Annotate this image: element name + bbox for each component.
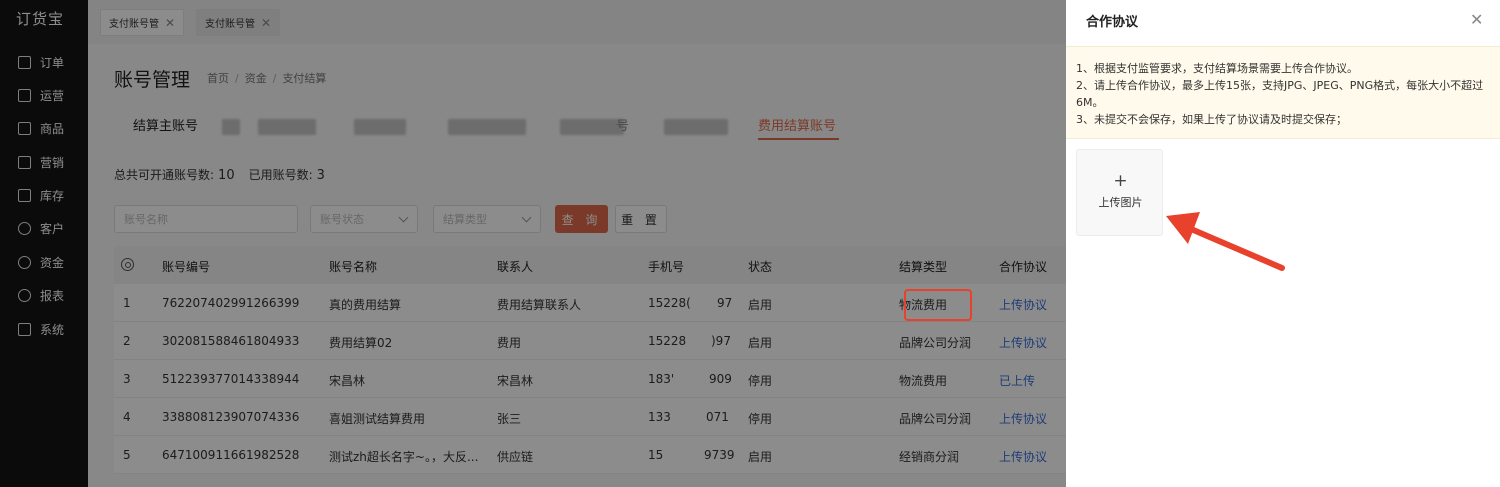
modal-overlay[interactable] <box>0 0 1066 487</box>
upload-label: 上传图片 <box>1098 196 1143 209</box>
upload-image-button[interactable]: + 上传图片 <box>1076 149 1163 236</box>
annotation-highlight-box <box>904 289 972 321</box>
drawer-title: 合作协议 <box>1086 15 1139 30</box>
close-icon[interactable]: ✕ <box>1470 10 1483 29</box>
notice-line: 1、根据支付监管要求，支付结算场景需要上传合作协议。 <box>1076 62 1358 75</box>
annotation-arrow-icon <box>1166 212 1285 271</box>
notice-box: 1、根据支付监管要求，支付结算场景需要上传合作协议。 2、请上传合作协议，最多上… <box>1066 46 1500 139</box>
plus-icon: + <box>1113 171 1128 191</box>
notice-line: 2、请上传合作协议，最多上传15张，支持JPG、JPEG、PNG格式，每张大小不… <box>1076 79 1484 109</box>
notice-line: 3、未提交不会保存，如果上传了协议请及时提交保存； <box>1076 113 1347 126</box>
